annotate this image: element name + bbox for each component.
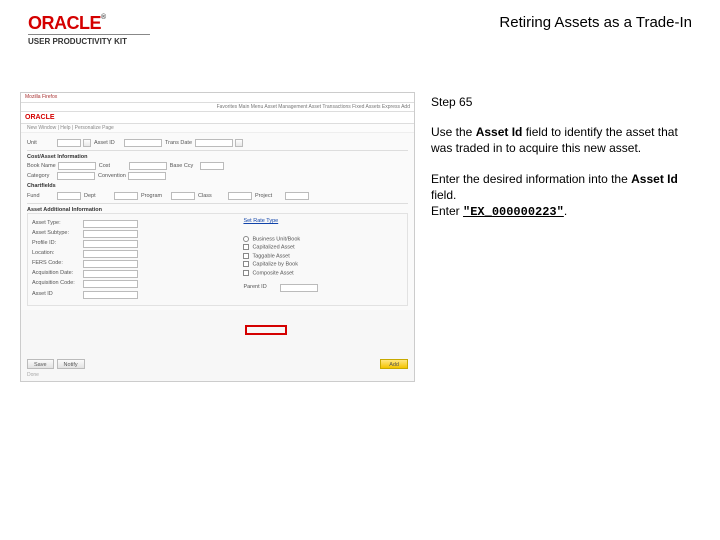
label-opt1: Business Unit/Book (252, 236, 300, 242)
browser-window-chrome: Mozilla Firefox (21, 93, 414, 103)
label-conv: Convention (98, 173, 126, 179)
input-fers[interactable] (83, 260, 138, 268)
save-button[interactable]: Save (27, 359, 54, 369)
radio-biz-unit[interactable] (243, 236, 249, 242)
input-parent-id[interactable] (280, 284, 318, 292)
calendar-icon[interactable] (235, 139, 243, 147)
form-content: Unit Asset ID Trans Date Cost/Asset Info… (21, 133, 414, 310)
input-dept[interactable] (114, 192, 138, 200)
input-asset-id-tradein[interactable] (83, 291, 138, 299)
brand-logo: ORACLE® USER PRODUCTIVITY KIT (28, 14, 150, 46)
label-parent-id: Parent ID (243, 284, 277, 292)
step-label: Step 65 (431, 94, 690, 110)
label-cost: Cost (99, 163, 127, 169)
label-ccy: Base Ccy (170, 163, 198, 169)
check-capitalized[interactable] (243, 244, 249, 250)
input-asset-type[interactable] (83, 220, 138, 228)
portal-logo: ORACLE (25, 114, 55, 121)
label-acq-code: Acquisition Code: (32, 280, 80, 288)
add-button[interactable]: Add (380, 359, 408, 369)
instruction-1: Use the Asset Id field to identify the a… (431, 124, 690, 156)
instruction-2: Enter the desired information into the A… (431, 171, 690, 221)
input-project[interactable] (285, 192, 309, 200)
screenshot-column: Mozilla Firefox Favorites Main Menu Asse… (20, 92, 415, 382)
page-header: ORACLE® USER PRODUCTIVITY KIT Retiring A… (0, 0, 720, 52)
input-asset-id[interactable] (124, 139, 162, 147)
input-class[interactable] (228, 192, 252, 200)
label-opt5: Composite Asset (252, 270, 293, 276)
label-trans: Trans Date (165, 140, 193, 146)
input-acq-date[interactable] (83, 270, 138, 278)
highlight-asset-id-field (245, 325, 287, 335)
label-opt3: Taggable Asset (252, 253, 289, 259)
label-project: Project (255, 193, 283, 199)
input-ccy[interactable] (200, 162, 224, 170)
label-asset-id-tradein: Asset ID (32, 291, 80, 299)
brand-text: ORACLE (28, 13, 101, 33)
input-acq-code[interactable] (83, 280, 138, 288)
input-location[interactable] (83, 250, 138, 258)
label-opt4: Capitalize by Book (252, 262, 298, 268)
label-profile: Profile ID: (32, 240, 80, 248)
input-fund[interactable] (57, 192, 81, 200)
main-layout: Mozilla Firefox Favorites Main Menu Asse… (0, 52, 720, 382)
enter-value: "EX_000000223" (463, 205, 564, 219)
input-book[interactable] (58, 162, 96, 170)
input-cat[interactable] (57, 172, 95, 180)
label-opt2: Capitalized Asset (252, 245, 294, 251)
label-unit: Unit (27, 140, 55, 146)
portal-header: ORACLE (21, 112, 414, 124)
input-cost[interactable] (129, 162, 167, 170)
label-acq-date: Acquisition Date: (32, 270, 80, 278)
check-taggable[interactable] (243, 253, 249, 259)
label-class: Class (198, 193, 226, 199)
label-cat: Category (27, 173, 55, 179)
check-composite[interactable] (243, 270, 249, 276)
brand-subtitle: USER PRODUCTIVITY KIT (28, 34, 150, 46)
label-dept: Dept (84, 193, 112, 199)
input-unit[interactable] (57, 139, 81, 147)
input-conv[interactable] (128, 172, 166, 180)
label-location: Location: (32, 250, 80, 258)
brand-name: ORACLE® (28, 14, 106, 32)
input-trans-date[interactable] (195, 139, 233, 147)
label-fund: Fund (27, 193, 55, 199)
instructions-column: Step 65 Use the Asset Id field to identi… (431, 92, 700, 382)
section-cost-asset: Cost/Asset Information (27, 154, 408, 160)
app-screenshot: Mozilla Firefox Favorites Main Menu Asse… (20, 92, 415, 382)
input-asset-subtype[interactable] (83, 230, 138, 238)
label-asset-id: Asset ID (94, 140, 122, 146)
tab-chartfields[interactable]: Chartfields (27, 183, 56, 189)
trademark-icon: ® (101, 14, 106, 21)
page-title: Retiring Assets as a Trade-In (499, 14, 692, 31)
label-fers: FERS Code: (32, 260, 80, 268)
notify-button[interactable]: Notify (57, 359, 85, 369)
asset-info-panel: Asset Type: Asset Subtype: Profile ID: L… (27, 213, 408, 306)
input-profile[interactable] (83, 240, 138, 248)
input-program[interactable] (171, 192, 195, 200)
footer-buttons: Save Notify (27, 359, 85, 369)
app-nav-menu: Favorites Main Menu Asset Management Ass… (21, 103, 414, 112)
label-program: Program (141, 193, 169, 199)
tab-strip: Chartfields (27, 183, 408, 189)
page-actions-bar: New Window | Help | Personalize Page (21, 124, 414, 133)
status-bar: Done (27, 372, 39, 378)
check-cap-by-book[interactable] (243, 261, 249, 267)
label-book: Book Name (27, 163, 56, 169)
label-asset-type: Asset Type: (32, 220, 80, 228)
label-asset-subtype: Asset Subtype: (32, 230, 80, 238)
lookup-icon[interactable] (83, 139, 91, 147)
